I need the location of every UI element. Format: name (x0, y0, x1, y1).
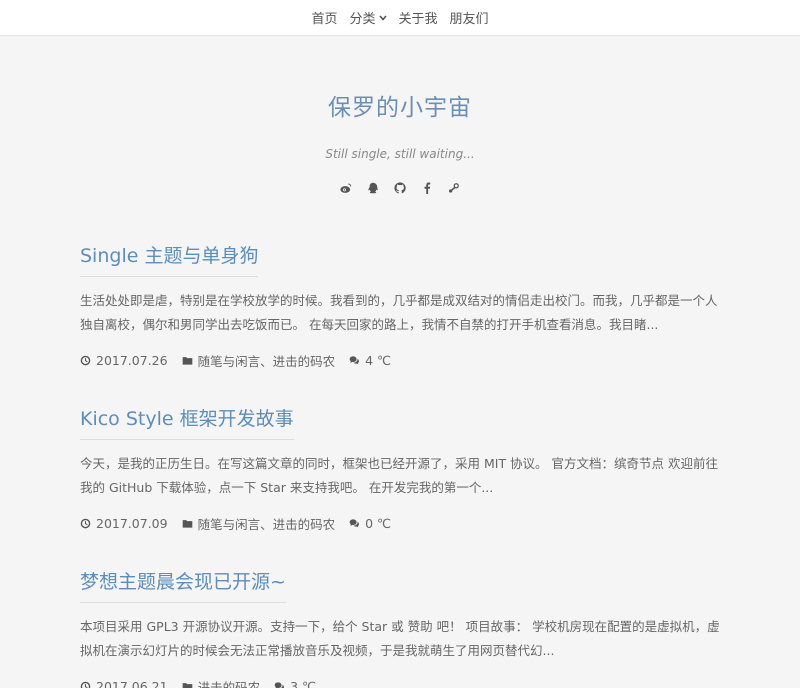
post-categories: 随笔与闲言、进击的码农 (182, 514, 336, 533)
post-categories: 进击的码农 (182, 677, 261, 688)
clock-icon (80, 518, 91, 529)
clock-icon (80, 681, 91, 688)
post-date: 2017.07.26 (80, 353, 168, 368)
facebook-icon[interactable] (420, 180, 435, 195)
folder-icon (182, 683, 192, 688)
post-categories-text[interactable]: 随笔与闲言、进击的码农 (198, 351, 336, 370)
nav-item-friends[interactable]: 朋友们 (450, 8, 489, 27)
folder-icon (182, 357, 192, 365)
post-categories: 随笔与闲言、进击的码农 (182, 351, 336, 370)
comments-icon (349, 356, 360, 365)
post-title[interactable]: Single 主题与单身狗 (80, 241, 259, 277)
site-header: 保罗的小宇宙 Still single, still waiting... (0, 36, 800, 195)
clock-icon (80, 355, 91, 366)
post-comments: 4 ℃ (349, 353, 391, 368)
post-comments-text: 4 ℃ (365, 353, 392, 368)
post-excerpt: 生活处处即是虐，特别是在学校放学的时候。我看到的，几乎都是成双结对的情侣走出校门… (80, 293, 718, 332)
steam-icon[interactable] (447, 180, 462, 195)
post-comments-text: 0 ℃ (365, 516, 392, 531)
nav-item-about[interactable]: 关于我 (399, 8, 438, 27)
top-nav: 首页 分类 关于我 朋友们 (0, 0, 800, 36)
post-meta: 2017.07.26 随笔与闲言、进击的码农 4 ℃ (80, 351, 720, 370)
post-title[interactable]: Kico Style 框架开发故事 (80, 404, 294, 440)
site-tagline: Still single, still waiting... (325, 147, 475, 161)
nav-menu: 首页 分类 关于我 朋友们 (311, 8, 488, 27)
qq-icon[interactable] (366, 180, 381, 195)
post-title[interactable]: 梦想主题晨会现已开源~ (80, 567, 286, 603)
post-comments: 0 ℃ (349, 516, 391, 531)
post-item: Single 主题与单身狗 生活处处即是虐，特别是在学校放学的时候。我看到的，几… (80, 241, 720, 370)
post-list: Single 主题与单身狗 生活处处即是虐，特别是在学校放学的时候。我看到的，几… (80, 241, 720, 688)
comments-icon (274, 682, 285, 688)
post-comments: 3 ℃ (274, 679, 316, 688)
post-meta: 2017.07.09 随笔与闲言、进击的码农 0 ℃ (80, 514, 720, 533)
post-date: 2017.06.21 (80, 679, 168, 688)
folder-icon (182, 520, 192, 528)
post-item: 梦想主题晨会现已开源~ 本项目采用 GPL3 开源协议开源。支持一下，给个 St… (80, 567, 720, 688)
post-comments-text: 3 ℃ (290, 679, 317, 688)
site-title: 保罗的小宇宙 (328, 95, 472, 121)
github-icon[interactable] (393, 180, 408, 195)
chevron-down-icon (378, 10, 387, 25)
post-meta: 2017.06.21 进击的码农 3 ℃ (80, 677, 720, 688)
post-excerpt: 本项目采用 GPL3 开源协议开源。支持一下，给个 Star 或 赞助 吧！ 项… (80, 619, 720, 658)
post-categories-text[interactable]: 随笔与闲言、进击的码农 (198, 514, 336, 533)
nav-item-categories[interactable]: 分类 (349, 8, 387, 27)
weibo-icon[interactable] (339, 180, 354, 195)
nav-item-home[interactable]: 首页 (311, 8, 337, 27)
nav-item-categories-label: 分类 (349, 12, 376, 27)
social-links (0, 180, 800, 195)
post-date-text: 2017.07.09 (96, 516, 168, 531)
post-item: Kico Style 框架开发故事 今天，是我的正历生日。在写这篇文章的同时，框… (80, 404, 720, 533)
comments-icon (349, 519, 360, 528)
post-date: 2017.07.09 (80, 516, 168, 531)
post-excerpt: 今天，是我的正历生日。在写这篇文章的同时，框架也已经开源了，采用 MIT 协议。… (80, 456, 719, 495)
post-date-text: 2017.06.21 (96, 679, 168, 688)
post-date-text: 2017.07.26 (96, 353, 168, 368)
post-categories-text[interactable]: 进击的码农 (198, 677, 261, 688)
